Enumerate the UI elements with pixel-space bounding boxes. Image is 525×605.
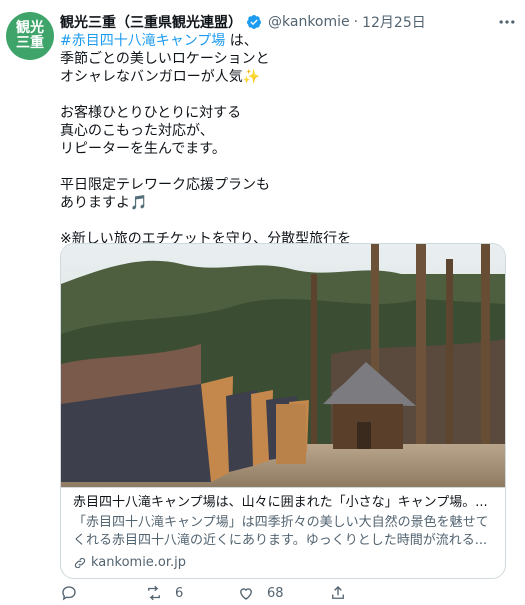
tweet-line: 真心のこもった対応が、 xyxy=(60,123,214,139)
reply-icon xyxy=(62,586,76,601)
card-domain-text: kankomie.or.jp xyxy=(91,555,187,570)
verified-badge-icon xyxy=(247,15,261,29)
tweet-line: ありますよ🎵 xyxy=(60,195,148,211)
card-title[interactable]: 赤目四十八滝キャンプ場は、山々に囲まれた「小さな」キャンプ場。... xyxy=(73,494,493,512)
tweet-line: 季節ごとの美しいロケーションと xyxy=(60,51,270,67)
retweet-button[interactable]: 6 xyxy=(145,584,237,602)
retweet-icon xyxy=(148,585,160,601)
retweet-count: 6 xyxy=(175,585,184,601)
link-icon xyxy=(74,557,86,569)
tweet-line: 平日限定テレワーク応援プランも xyxy=(60,177,270,193)
like-count: 68 xyxy=(267,585,284,601)
share-button[interactable] xyxy=(329,584,347,602)
link-card[interactable]: 赤目四十八滝キャンプ場は、山々に囲まれた「小さな」キャンプ場。... 「赤目四十… xyxy=(60,243,506,579)
avatar-text-line1: 観光 xyxy=(16,20,44,36)
author-name[interactable]: 観光三重（三重県観光連盟） xyxy=(60,12,242,32)
card-image[interactable] xyxy=(61,244,505,487)
tweet-line: #赤目四十八滝キャンプ場 は、 xyxy=(60,32,500,50)
tweet-line-text: は、 xyxy=(225,33,258,49)
tweet-date[interactable]: 12月25日 xyxy=(362,12,426,32)
share-icon xyxy=(332,586,344,599)
separator-dot: · xyxy=(353,14,359,30)
avatar-text-line2: 三重 xyxy=(16,35,44,51)
hashtag-link[interactable]: #赤目四十八滝キャンプ場 xyxy=(60,33,225,49)
tweet-actions: 6 68 xyxy=(60,583,480,603)
reply-button[interactable] xyxy=(60,584,145,602)
card-description: 「赤目四十八滝キャンプ場」は四季折々の美しい大自然の景色を魅せてくれる赤目四十八… xyxy=(73,515,489,548)
more-options-icon[interactable] xyxy=(497,12,517,32)
tweet-header: 観光三重（三重県観光連盟） @kankomie · 12月25日 xyxy=(60,12,519,32)
avatar[interactable]: 観光 三重 xyxy=(6,12,54,60)
tweet-line: オシャレなバンガローが人気✨ xyxy=(60,69,261,85)
author-handle[interactable]: @kankomie xyxy=(268,14,350,30)
tweet-text: #赤目四十八滝キャンプ場 は、 季節ごとの美しいロケーションと オシャレなバンガ… xyxy=(60,32,500,248)
heart-icon xyxy=(240,588,252,600)
card-domain[interactable]: kankomie.or.jp xyxy=(73,554,493,572)
tweet-line: リピーターを生んでます。 xyxy=(60,141,226,157)
tweet-line: お客様ひとりひとりに対する xyxy=(60,105,242,121)
card-info[interactable]: 赤目四十八滝キャンプ場は、山々に囲まれた「小さな」キャンプ場。... 「赤目四十… xyxy=(61,487,505,572)
like-button[interactable]: 68 xyxy=(237,584,329,602)
